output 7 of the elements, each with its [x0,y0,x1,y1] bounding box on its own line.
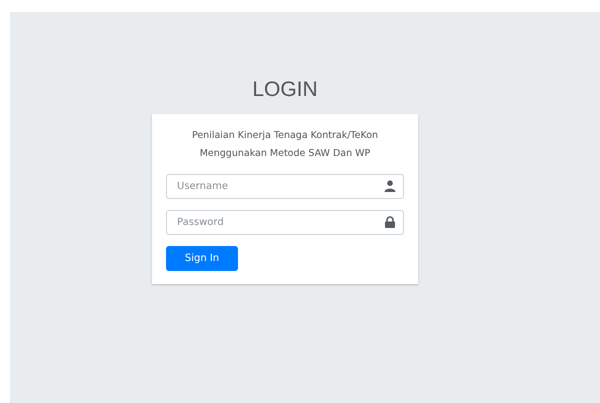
password-field[interactable]: Password [166,210,404,235]
login-heading: LOGIN [252,78,318,102]
lock-icon [384,216,396,228]
user-icon [384,180,396,192]
app-subtitle: Penilaian Kinerja Tenaga Kontrak/TeKon Menggunakan Metode SAW Dan WP [190,129,380,161]
username-field[interactable]: Username [166,174,404,199]
sign-in-button[interactable]: Sign In [166,246,238,271]
